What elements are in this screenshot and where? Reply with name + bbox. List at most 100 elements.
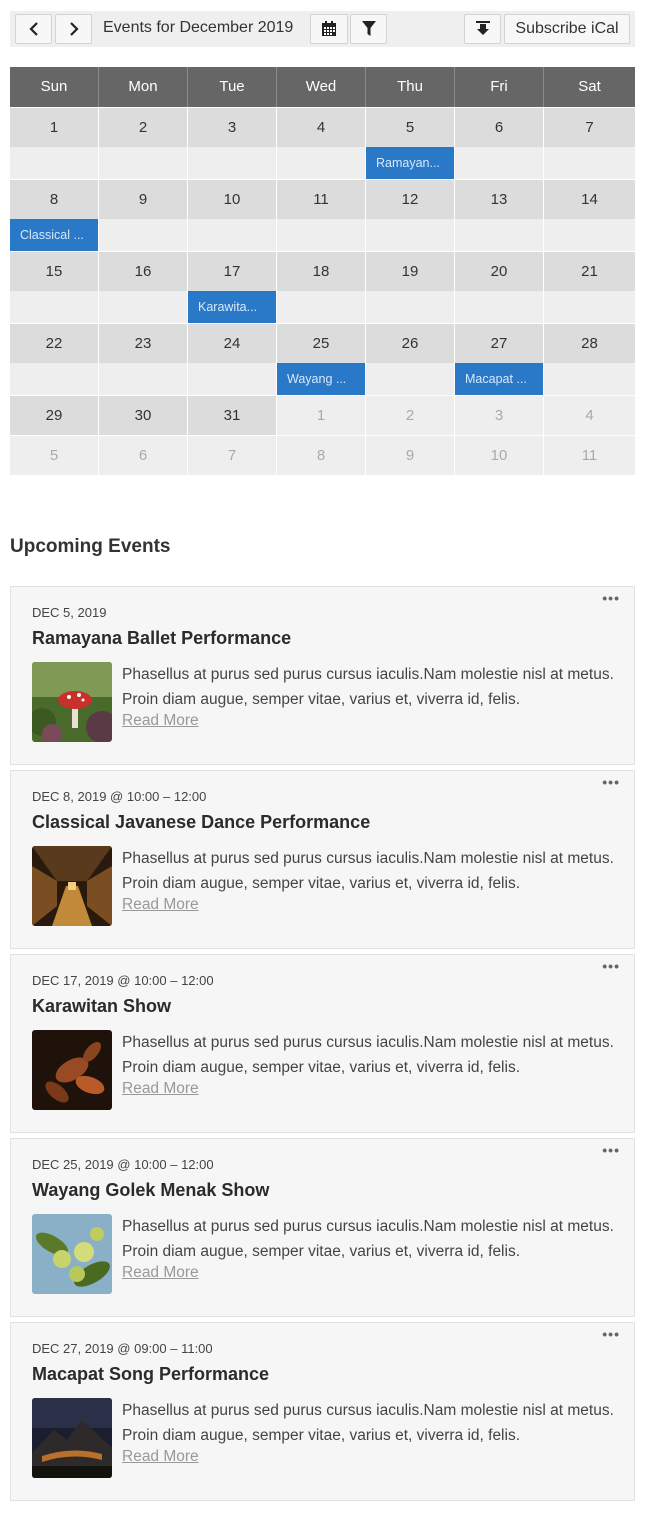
event-thumbnail[interactable] [32, 846, 112, 926]
event-slot [10, 363, 99, 395]
day-cell[interactable]: 31 [188, 395, 277, 435]
event-thumbnail[interactable] [32, 1030, 112, 1110]
day-cell[interactable]: 13 [455, 179, 544, 219]
event-title[interactable]: Ramayana Ballet Performance [32, 628, 291, 649]
day-cell-next-month[interactable]: 1 [277, 395, 366, 435]
day-cell-next-month[interactable]: 3 [455, 395, 544, 435]
event-slot [277, 147, 366, 179]
event-card: ••• DEC 27, 2019 @ 09:00 – 11:00 Macapat… [10, 1322, 635, 1501]
day-cell[interactable]: 21 [544, 251, 635, 291]
event-slot [99, 219, 188, 251]
event-description: Phasellus at purus sed purus cursus iacu… [122, 1218, 614, 1260]
event-card: ••• DEC 25, 2019 @ 10:00 – 12:00 Wayang … [10, 1138, 635, 1317]
day-cell-next-month[interactable]: 9 [366, 435, 455, 475]
event-slot [544, 291, 635, 323]
day-cell[interactable]: 5 [366, 107, 455, 147]
day-cell[interactable]: 7 [544, 107, 635, 147]
day-cell[interactable]: 27 [455, 323, 544, 363]
more-icon[interactable]: ••• [602, 591, 620, 605]
more-icon[interactable]: ••• [602, 775, 620, 789]
weekday-sun: Sun [10, 67, 99, 107]
event-slot [99, 147, 188, 179]
day-cell[interactable]: 30 [99, 395, 188, 435]
event-title[interactable]: Macapat Song Performance [32, 1364, 269, 1385]
day-cell-next-month[interactable]: 5 [10, 435, 99, 475]
next-month-button[interactable] [55, 14, 92, 44]
day-cell[interactable]: 8 [10, 179, 99, 219]
calendar-event-wayang[interactable]: Wayang ... [277, 363, 365, 395]
mushroom-image [32, 662, 112, 742]
weekday-tue: Tue [188, 67, 277, 107]
event-title[interactable]: Karawitan Show [32, 996, 171, 1017]
day-cell-next-month[interactable]: 8 [277, 435, 366, 475]
read-more-link[interactable]: Read More [122, 1264, 199, 1282]
weekday-fri: Fri [455, 67, 544, 107]
download-button[interactable] [464, 14, 501, 44]
day-cell[interactable]: 15 [10, 251, 99, 291]
calendar-event-ramayana[interactable]: Ramayan... [366, 147, 454, 179]
calendar-week: 1 2 3 4 5 6 7 Ramayan... [10, 107, 635, 179]
view-calendar-button[interactable] [310, 14, 348, 44]
subscribe-ical-button[interactable]: Subscribe iCal [504, 14, 630, 44]
event-date: DEC 27, 2019 @ 09:00 – 11:00 [32, 1341, 213, 1356]
day-cell[interactable]: 9 [99, 179, 188, 219]
event-thumbnail[interactable] [32, 662, 112, 742]
read-more-link[interactable]: Read More [122, 1448, 199, 1466]
day-cell[interactable]: 28 [544, 323, 635, 363]
calendar-week: 8 9 10 11 12 13 14 Classical ... [10, 179, 635, 251]
mountain-image [32, 1398, 112, 1478]
calendar-event-macapat[interactable]: Macapat ... [455, 363, 543, 395]
day-cell[interactable]: 25 [277, 323, 366, 363]
day-cell[interactable]: 19 [366, 251, 455, 291]
day-cell[interactable]: 22 [10, 323, 99, 363]
prev-month-button[interactable] [15, 14, 52, 44]
weekday-thu: Thu [366, 67, 455, 107]
day-cell[interactable]: 12 [366, 179, 455, 219]
day-cell-next-month[interactable]: 10 [455, 435, 544, 475]
event-slot [366, 363, 455, 395]
day-cell[interactable]: 26 [366, 323, 455, 363]
read-more-link[interactable]: Read More [122, 712, 199, 730]
calendar-event-karawitan[interactable]: Karawita... [188, 291, 276, 323]
read-more-link[interactable]: Read More [122, 896, 199, 914]
day-cell[interactable]: 2 [99, 107, 188, 147]
more-icon[interactable]: ••• [602, 1327, 620, 1341]
upcoming-events-heading: Upcoming Events [10, 536, 171, 557]
event-date: DEC 5, 2019 [32, 605, 107, 620]
download-icon [475, 21, 490, 35]
event-date: DEC 8, 2019 @ 10:00 – 12:00 [32, 789, 207, 804]
day-cell-next-month[interactable]: 6 [99, 435, 188, 475]
day-cell[interactable]: 10 [188, 179, 277, 219]
event-thumbnail[interactable] [32, 1214, 112, 1294]
more-icon[interactable]: ••• [602, 1143, 620, 1157]
event-thumbnail[interactable] [32, 1398, 112, 1478]
day-cell[interactable]: 20 [455, 251, 544, 291]
day-cell[interactable]: 11 [277, 179, 366, 219]
day-cell-next-month[interactable]: 4 [544, 395, 635, 435]
day-cell[interactable]: 18 [277, 251, 366, 291]
event-title[interactable]: Classical Javanese Dance Performance [32, 812, 370, 833]
calendar-event-classical[interactable]: Classical ... [10, 219, 98, 251]
day-cell-next-month[interactable]: 2 [366, 395, 455, 435]
day-cell[interactable]: 14 [544, 179, 635, 219]
day-cell[interactable]: 24 [188, 323, 277, 363]
read-more-link[interactable]: Read More [122, 1080, 199, 1098]
day-cell[interactable]: 17 [188, 251, 277, 291]
day-cell[interactable]: 6 [455, 107, 544, 147]
day-cell[interactable]: 4 [277, 107, 366, 147]
event-description: Phasellus at purus sed purus cursus iacu… [122, 850, 614, 892]
event-slot [455, 147, 544, 179]
day-cell-next-month[interactable]: 11 [544, 435, 635, 475]
day-cell[interactable]: 29 [10, 395, 99, 435]
day-cell[interactable]: 16 [99, 251, 188, 291]
more-icon[interactable]: ••• [602, 959, 620, 973]
filter-button[interactable] [350, 14, 387, 44]
day-cell[interactable]: 23 [99, 323, 188, 363]
day-cell[interactable]: 3 [188, 107, 277, 147]
day-cell[interactable]: 1 [10, 107, 99, 147]
event-card: ••• DEC 17, 2019 @ 10:00 – 12:00 Karawit… [10, 954, 635, 1133]
day-cell-next-month[interactable]: 7 [188, 435, 277, 475]
event-title[interactable]: Wayang Golek Menak Show [32, 1180, 269, 1201]
event-description: Phasellus at purus sed purus cursus iacu… [122, 1402, 614, 1444]
weekday-sat: Sat [544, 67, 635, 107]
